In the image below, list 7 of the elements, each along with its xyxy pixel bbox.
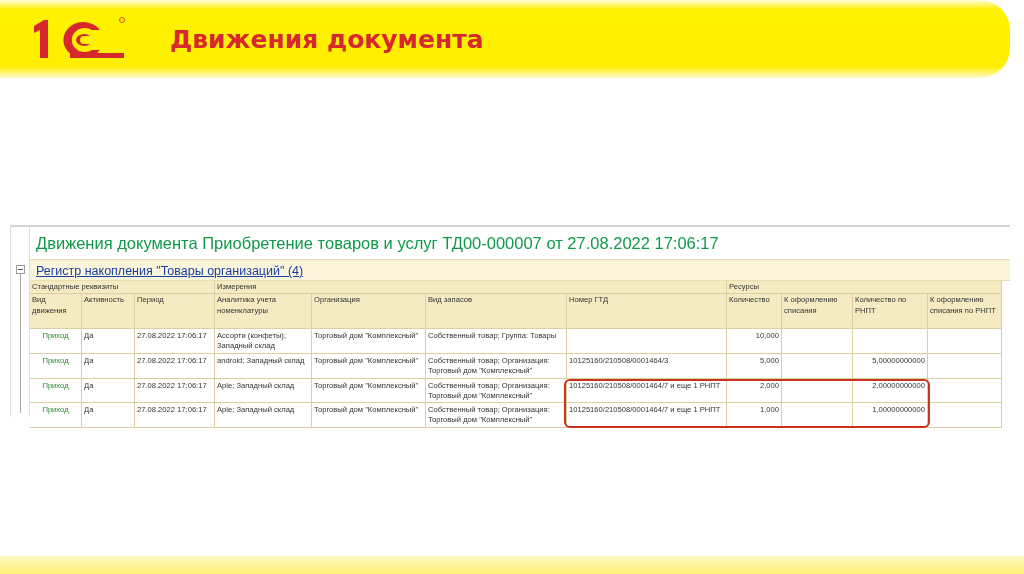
table-cell (782, 329, 853, 354)
slide-title: Движения документа (170, 24, 484, 54)
table-cell (782, 378, 853, 404)
register-link[interactable]: Регистр накопления "Товары организаций" (4) (36, 264, 304, 278)
table-cell (782, 353, 853, 379)
report-title: Движения документа Приобретение товаров и услуг ТД00-000007 от 27.08.2022 17:06:17 (35, 233, 720, 254)
collapse-icon[interactable] (15, 265, 25, 274)
